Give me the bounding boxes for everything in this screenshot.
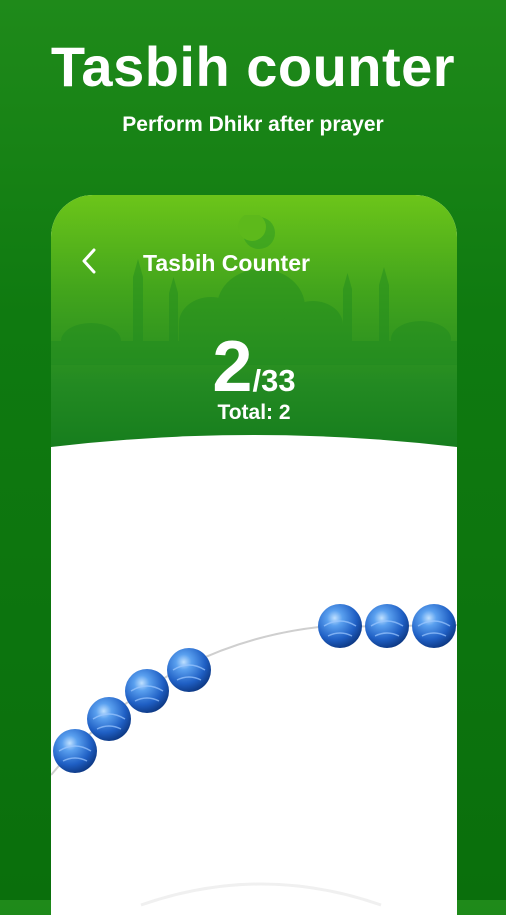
tasbih-beads[interactable] xyxy=(51,495,457,915)
bottom-decoration xyxy=(140,882,382,907)
bead[interactable] xyxy=(87,697,131,741)
bead[interactable] xyxy=(412,604,456,648)
promo-subtitle: Perform Dhikr after prayer xyxy=(122,113,384,136)
promo-title: Tasbih counter xyxy=(50,35,456,98)
screen-title: Tasbih Counter xyxy=(143,250,310,276)
remaining-beads xyxy=(53,648,211,773)
current-count: 2 xyxy=(212,327,253,407)
bead[interactable] xyxy=(365,604,409,648)
chevron-left-icon xyxy=(82,248,96,274)
bead[interactable] xyxy=(53,729,97,773)
header-curve xyxy=(51,435,457,467)
bead[interactable] xyxy=(318,604,362,648)
target-count: /33 xyxy=(252,363,296,398)
phone-screen: Tasbih Counter 2/33 Total: 2 xyxy=(51,195,457,915)
bead[interactable] xyxy=(125,669,169,713)
back-button[interactable] xyxy=(73,245,105,277)
total-count: Total: 2 xyxy=(217,401,291,424)
counted-beads xyxy=(318,604,456,648)
counter-header: Tasbih Counter 2/33 Total: 2 xyxy=(51,195,457,467)
bead[interactable] xyxy=(167,648,211,692)
counter-display: 2/33 xyxy=(51,331,457,403)
